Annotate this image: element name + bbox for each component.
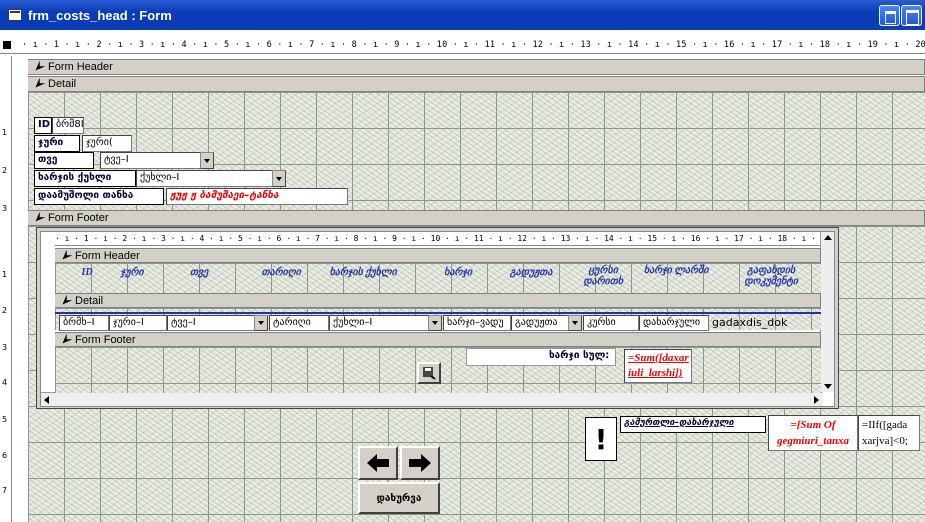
section-arrow-icon [33,61,46,74]
scroll-left-icon[interactable] [44,396,49,404]
sub-header-month: თვე [189,267,209,278]
sub-header-document: გაფახდის დოკუმენტი [744,265,798,287]
restore-button[interactable] [879,5,900,26]
scroll-right-icon[interactable] [814,396,819,404]
subform-section-detail[interactable]: Detail [55,293,821,308]
sub-header-expense: ხარჯის ქუხლი [329,267,397,278]
sub-rate-field[interactable]: კურსი [583,315,639,331]
sub-currency-combo[interactable]: გადუჟთა [511,315,569,331]
doc-field[interactable]: ჟუჟ ჟ ბამუშაეი–ტანხა [166,188,348,205]
subform-horizontal-scrollbar[interactable] [41,392,822,406]
expense-label: ხარჯის ქუხლი [34,170,136,187]
section-form-footer[interactable]: Form Footer [28,210,925,226]
close-button[interactable]: დახურვა [358,482,440,514]
sub-amount-field[interactable]: ხარჯი–ვადუ [443,315,511,331]
subform-section-footer[interactable]: Form Footer [55,332,821,347]
id-field[interactable]: ბრმ8I [52,117,84,134]
form-selector[interactable] [3,41,11,49]
prev-record-button[interactable] [358,446,398,480]
month-dropdown-icon[interactable] [200,152,214,169]
type-combo[interactable]: ჯური( [82,135,132,152]
month-combo[interactable]: ტვე–I [100,152,202,169]
subform-design: · ı · 1 · ı · 2 · ı · 3 · ı · 4 · ı · 5 … [40,231,835,407]
section-arrow-icon [60,249,73,262]
sub-lari-field[interactable]: დახარჯული [639,315,709,331]
sub-currency-dropdown-icon[interactable] [568,315,582,331]
sub-header-id: ID [81,267,93,278]
title-bar: frm_costs_head : Form [0,0,925,30]
sub-expense-dropdown-icon[interactable] [428,315,442,331]
sub-id-field[interactable]: ბრმხ–I [59,315,109,331]
save-icon [423,367,436,380]
scroll-down-icon[interactable] [824,384,832,389]
sub-footer-label: ხარჯი სულ: [549,350,610,361]
design-area: · ı · 1 · ı · 2 · ı · 3 · ı · 4 · ı · 5 … [0,30,925,522]
sub-document-field[interactable]: gadaxdis_dok [709,315,787,331]
vertical-ruler: 1 2 3 1 2 3 4 5 6 7 [0,56,12,522]
expense-dropdown-icon[interactable] [272,170,286,187]
scroll-up-icon[interactable] [824,235,832,240]
section-arrow-icon [33,78,46,91]
subform-ruler: · ı · 1 · ı · 2 · ı · 3 · ı · 4 · ı · 5 … [55,232,825,246]
save-record-button[interactable] [417,362,441,384]
sub-header-rate: ცურსი დარითხ [583,265,623,287]
form-icon [8,9,22,21]
exclamation-icon: ! [594,422,608,456]
sub-footer-sum[interactable]: =Sum([daxar iuli_larshi]) [624,349,692,383]
type-label: ჯური [34,135,80,152]
arrow-left-icon [367,454,389,472]
horizontal-ruler: · ı · 1 · ı · 2 · ı · 3 · ı · 4 · ı · 5 … [0,38,925,54]
sub-expense-combo[interactable]: ქუხლი–I [329,315,429,331]
sub-header-date: თარიღი [261,267,301,278]
sub-header-type: ჯური [120,267,144,278]
maximize-button[interactable] [901,5,922,26]
sub-month-combo[interactable]: ტვე–I [167,315,255,331]
subform-section-header[interactable]: Form Header [55,248,821,263]
section-arrow-icon [60,333,73,346]
subform-vertical-scrollbar[interactable] [820,232,834,392]
iif-field[interactable]: =IIf([gada xarjva]<0; [858,415,920,451]
sub-header-amount: ხარჯი [444,267,472,278]
warning-box: ! [585,417,617,461]
section-arrow-icon [60,294,73,307]
id-label: ID [34,117,52,134]
month-label: თვე [34,152,94,169]
window-title: frm_costs_head : Form [28,7,172,23]
arrow-right-icon [409,454,431,472]
subform-detail-line [55,312,821,314]
section-detail[interactable]: Detail [28,76,925,92]
total-label: გამურთლი–დახარჯული [620,416,766,433]
subform-control[interactable]: · ı · 1 · ı · 2 · ı · 3 · ı · 4 · ı · 5 … [36,227,839,409]
sub-type-field[interactable]: ჯური–I [109,315,167,331]
sub-month-dropdown-icon[interactable] [254,315,268,331]
sub-date-field[interactable]: ტარიღი [269,315,329,331]
next-record-button[interactable] [400,446,440,480]
section-arrow-icon [33,212,46,225]
total-field[interactable]: =[Sum Of gegmiuri_tanxa [768,415,858,451]
section-form-header[interactable]: Form Header [28,59,925,75]
sub-header-currency: გადუჟთა [509,267,553,278]
sub-header-lari: ხარჯი ლარში [643,265,709,276]
expense-combo[interactable]: ქუხლი–I [136,170,274,187]
doc-label: დაამუშოლი თანხა [34,188,164,205]
